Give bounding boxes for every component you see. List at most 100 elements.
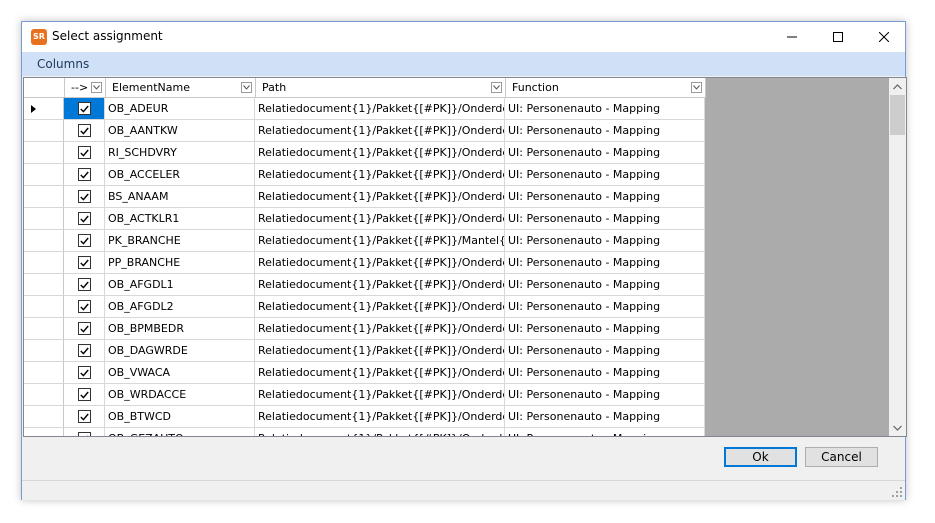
table-row[interactable]: OB_GEZAUTORelatiedocument{1}/Pakket{[#PK… (24, 428, 705, 436)
ok-button[interactable]: Ok (724, 447, 797, 467)
table-row[interactable]: OB_ACTKLR1 Relatiedocument{1}/Pakket{[#PK… (24, 208, 705, 230)
function-cell[interactable]: UI: Personenauto - Mapping (505, 164, 705, 186)
row-header[interactable] (24, 252, 64, 274)
vertical-scrollbar[interactable] (889, 78, 906, 436)
check-cell[interactable] (64, 340, 105, 362)
path-cell[interactable]: Relatiedocument{1}/Pakket{[#PK]}/Onderde… (255, 296, 505, 318)
table-row[interactable]: PP_BRANCHE Relatiedocument{1}/Pakket{[#PK… (24, 252, 705, 274)
filter-dropdown-button[interactable] (241, 82, 252, 93)
check-cell[interactable] (64, 274, 105, 296)
cancel-button[interactable]: Cancel (805, 447, 878, 467)
path-cell[interactable]: Relatiedocument{1}/Pakket{[#PK]}/Onderde… (255, 340, 505, 362)
table-row[interactable]: OB_DAGWRDE Relatiedocument{1}/Pakket{[#PK… (24, 340, 705, 362)
table-row[interactable]: OB_BTWCD Relatiedocument{1}/Pakket{[#PK]}… (24, 406, 705, 428)
check-cell[interactable] (64, 362, 105, 384)
table-row[interactable]: OB_VWACA Relatiedocument{1}/Pakket{[#PK]}… (24, 362, 705, 384)
function-cell[interactable]: UI: Personenauto - Mapping (505, 142, 705, 164)
row-header[interactable] (24, 362, 64, 384)
check-cell[interactable] (64, 318, 105, 340)
menu-columns[interactable]: Columns (37, 57, 89, 71)
element-name-cell[interactable]: OB_AFGDL2 (105, 296, 255, 318)
function-cell[interactable]: UI: Personenauto - Mapping (505, 186, 705, 208)
element-name-cell[interactable]: PK_BRANCHE (105, 230, 255, 252)
row-checkbox[interactable] (77, 256, 91, 269)
check-cell[interactable] (64, 296, 105, 318)
row-checkbox[interactable] (77, 124, 91, 137)
row-checkbox[interactable] (77, 432, 91, 436)
maximize-button[interactable] (815, 22, 861, 52)
element-name-cell[interactable]: OB_GEZAUTO (105, 428, 255, 436)
function-cell[interactable]: UI: Personenauto - Mapping (505, 318, 705, 340)
check-cell[interactable] (64, 208, 105, 230)
check-cell[interactable] (64, 120, 105, 142)
filter-dropdown-button[interactable] (491, 82, 502, 93)
row-checkbox[interactable] (77, 300, 91, 313)
assignment-grid[interactable]: --> ElementName Path Function OB_ADEUR Re… (23, 77, 907, 437)
check-cell[interactable] (64, 384, 105, 406)
scroll-down-button[interactable] (889, 419, 906, 436)
element-name-cell[interactable]: OB_BPMBEDR (105, 318, 255, 340)
function-cell[interactable]: UI: Personenauto - Mapping (505, 362, 705, 384)
element-name-cell[interactable]: RI_SCHDVRY (105, 142, 255, 164)
row-checkbox[interactable] (77, 212, 91, 225)
row-header[interactable] (24, 296, 64, 318)
table-row[interactable]: OB_WRDACCE Relatiedocument{1}/Pakket{[#PK… (24, 384, 705, 406)
table-row[interactable]: OB_ADEUR Relatiedocument{1}/Pakket{[#PK]}… (24, 98, 705, 120)
row-checkbox[interactable] (77, 190, 91, 203)
path-cell[interactable]: Relatiedocument{1}/Pakket{[#PK]}/Onderde… (255, 318, 505, 340)
row-header[interactable] (24, 120, 64, 142)
path-cell[interactable]: Relatiedocument{1}/Pakket{[#PK]}/Onderde… (255, 252, 505, 274)
title-bar[interactable]: SR Select assignment (22, 22, 905, 52)
element-name-cell[interactable]: BS_ANAAM (105, 186, 255, 208)
filter-dropdown-button[interactable] (691, 82, 702, 93)
element-name-cell[interactable]: OB_ADEUR (105, 98, 255, 120)
path-cell[interactable]: Relatiedocument{1}/Pakket{[#PK]}/Onderde… (255, 384, 505, 406)
row-checkbox[interactable] (77, 102, 91, 115)
column-header-element-name[interactable]: ElementName (106, 78, 256, 98)
table-row[interactable]: PK_BRANCHE Relatiedocument{1}/Pakket{[#PK… (24, 230, 705, 252)
path-cell[interactable]: Relatiedocument{1}/Pakket{[#PK]}/Onderde… (255, 164, 505, 186)
row-header[interactable] (24, 186, 64, 208)
table-row[interactable]: OB_AANTKW Relatiedocument{1}/Pakket{[#PK]… (24, 120, 705, 142)
row-header[interactable] (24, 340, 64, 362)
check-cell[interactable] (64, 164, 105, 186)
function-cell[interactable]: UI: Personenauto - Mapping (505, 120, 705, 142)
row-checkbox[interactable] (77, 234, 91, 247)
table-row[interactable]: OB_AFGDL1 Relatiedocument{1}/Pakket{[#PK]… (24, 274, 705, 296)
filter-dropdown-button[interactable] (91, 82, 102, 93)
check-cell[interactable] (64, 428, 105, 436)
function-cell[interactable]: UI: Personenauto - Mapping (505, 230, 705, 252)
element-name-cell[interactable]: OB_AANTKW (105, 120, 255, 142)
check-cell[interactable] (64, 230, 105, 252)
column-header-check[interactable]: --> (65, 78, 106, 98)
element-name-cell[interactable]: OB_ACCELER (105, 164, 255, 186)
column-header-path[interactable]: Path (256, 78, 506, 98)
row-header[interactable] (24, 164, 64, 186)
row-header[interactable] (24, 208, 64, 230)
path-cell[interactable]: Relatiedocument{1}/Pakket{[#PK]}/Onderde… (255, 274, 505, 296)
path-cell[interactable]: Relatiedocument{1}/Pakket{[#PK]}/Onderde… (255, 362, 505, 384)
row-header[interactable] (24, 98, 64, 120)
table-row[interactable]: OB_ACCELER Relatiedocument{1}/Pakket{[#PK… (24, 164, 705, 186)
check-cell[interactable] (64, 142, 105, 164)
close-button[interactable] (861, 22, 907, 52)
function-cell[interactable]: UI: Personenauto - Mapping (505, 406, 705, 428)
row-header[interactable] (24, 428, 64, 436)
element-name-cell[interactable]: PP_BRANCHE (105, 252, 255, 274)
scroll-thumb[interactable] (890, 95, 905, 135)
element-name-cell[interactable]: OB_AFGDL1 (105, 274, 255, 296)
row-header[interactable] (24, 142, 64, 164)
element-name-cell[interactable]: OB_VWACA (105, 362, 255, 384)
check-cell[interactable] (64, 406, 105, 428)
row-checkbox[interactable] (77, 322, 91, 335)
row-header[interactable] (24, 274, 64, 296)
row-checkbox[interactable] (77, 366, 91, 379)
row-header[interactable] (24, 406, 64, 428)
table-row[interactable]: OB_BPMBEDR Relatiedocument{1}/Pakket{[#PK… (24, 318, 705, 340)
row-checkbox[interactable] (77, 146, 91, 159)
check-cell[interactable] (64, 252, 105, 274)
function-cell[interactable]: UI: Personenauto - Mapping (505, 384, 705, 406)
path-cell[interactable]: Relatiedocument{1}/Pakket{[#PK]}/Onderde… (255, 428, 505, 436)
function-cell[interactable]: UI: Personenauto - Mapping (505, 98, 705, 120)
path-cell[interactable]: Relatiedocument{1}/Pakket{[#PK]}/Onderde… (255, 142, 505, 164)
